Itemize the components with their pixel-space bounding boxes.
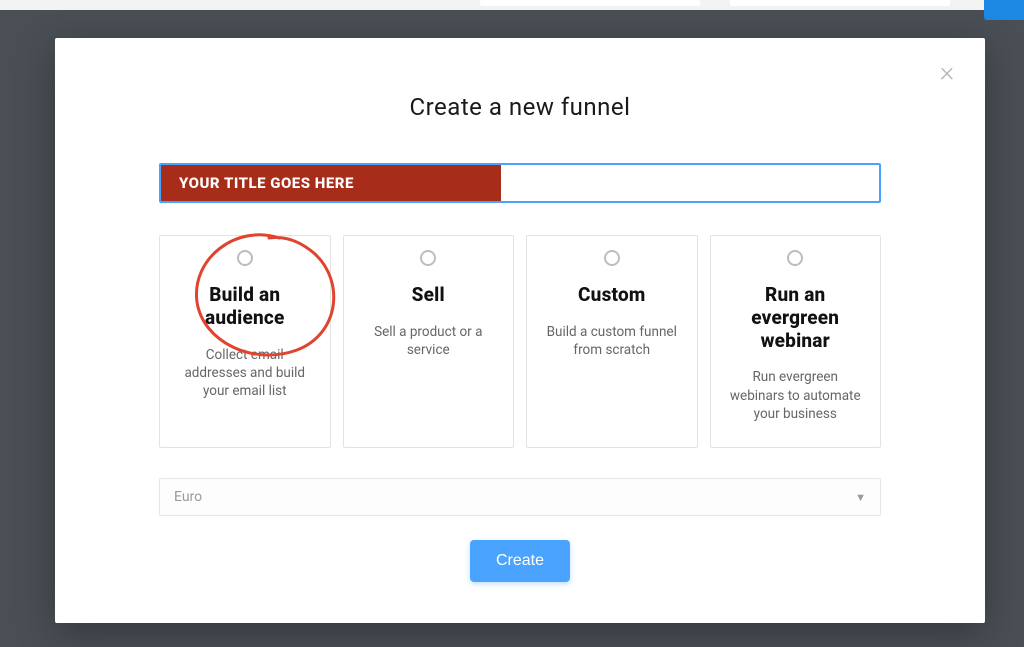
funnel-title-field[interactable]: YOUR TITLE GOES HERE xyxy=(159,163,881,203)
create-funnel-modal: × Create a new funnel YOUR TITLE GOES HE… xyxy=(55,38,985,623)
option-desc: Run evergreen webinars to automate your … xyxy=(725,368,867,423)
option-desc: Sell a product or a service xyxy=(358,323,500,359)
radio-icon[interactable] xyxy=(787,250,803,266)
option-custom[interactable]: Custom Build a custom funnel from scratc… xyxy=(526,235,698,448)
modal-title: Create a new funnel xyxy=(55,93,985,121)
option-build-audience[interactable]: Build an audience Collect email addresse… xyxy=(159,235,331,448)
currency-selected-label: Euro xyxy=(174,489,202,505)
background-field xyxy=(730,0,950,6)
radio-icon[interactable] xyxy=(420,250,436,266)
option-sell[interactable]: Sell Sell a product or a service xyxy=(343,235,515,448)
option-desc: Collect email addresses and build your e… xyxy=(174,346,316,401)
funnel-type-options: Build an audience Collect email addresse… xyxy=(159,235,881,448)
background-button xyxy=(984,0,1024,20)
radio-icon[interactable] xyxy=(604,250,620,266)
option-desc: Build a custom funnel from scratch xyxy=(541,323,683,359)
title-placeholder-badge: YOUR TITLE GOES HERE xyxy=(161,165,501,201)
option-title: Run an evergreen webinar xyxy=(725,284,867,352)
currency-select[interactable]: Euro ▼ xyxy=(159,478,881,516)
create-button[interactable]: Create xyxy=(470,540,570,582)
option-title: Sell xyxy=(358,284,500,307)
modal-content: YOUR TITLE GOES HERE Build an audience C… xyxy=(159,163,881,582)
background-field xyxy=(480,0,700,6)
close-icon[interactable]: × xyxy=(933,58,961,86)
funnel-title-input[interactable] xyxy=(501,165,879,201)
option-title: Build an audience xyxy=(174,284,316,330)
chevron-down-icon: ▼ xyxy=(855,491,866,504)
option-title: Custom xyxy=(541,284,683,307)
background-topbar xyxy=(0,0,1024,10)
option-evergreen-webinar[interactable]: Run an evergreen webinar Run evergreen w… xyxy=(710,235,882,448)
radio-icon[interactable] xyxy=(237,250,253,266)
